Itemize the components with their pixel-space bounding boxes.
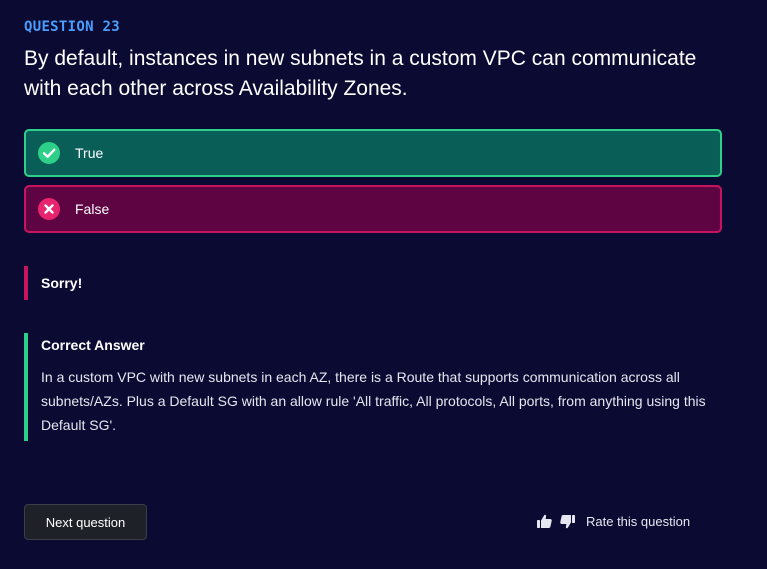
option-false[interactable]: False — [24, 185, 722, 233]
correct-answer-panel: Correct Answer In a custom VPC with new … — [24, 333, 721, 441]
correct-answer-text: In a custom VPC with new subnets in each… — [41, 369, 706, 433]
option-label: True — [75, 145, 104, 161]
option-label: False — [75, 201, 110, 217]
result-feedback: Sorry! — [24, 266, 82, 300]
rate-question: Rate this question — [536, 510, 690, 532]
rate-question-link[interactable]: Rate this question — [586, 514, 690, 529]
question-text: By default, instances in new subnets in … — [24, 47, 697, 100]
x-circle-icon — [38, 198, 60, 220]
option-true[interactable]: True — [24, 129, 722, 177]
thumbs-up-icon[interactable] — [536, 513, 553, 530]
question-number: QUESTION 23 — [24, 19, 121, 35]
check-circle-icon — [38, 142, 60, 164]
thumbs-down-icon[interactable] — [559, 513, 576, 530]
result-title: Sorry! — [41, 275, 83, 291]
correct-answer-title: Correct Answer — [41, 337, 145, 353]
next-question-button[interactable]: Next question — [24, 504, 147, 540]
